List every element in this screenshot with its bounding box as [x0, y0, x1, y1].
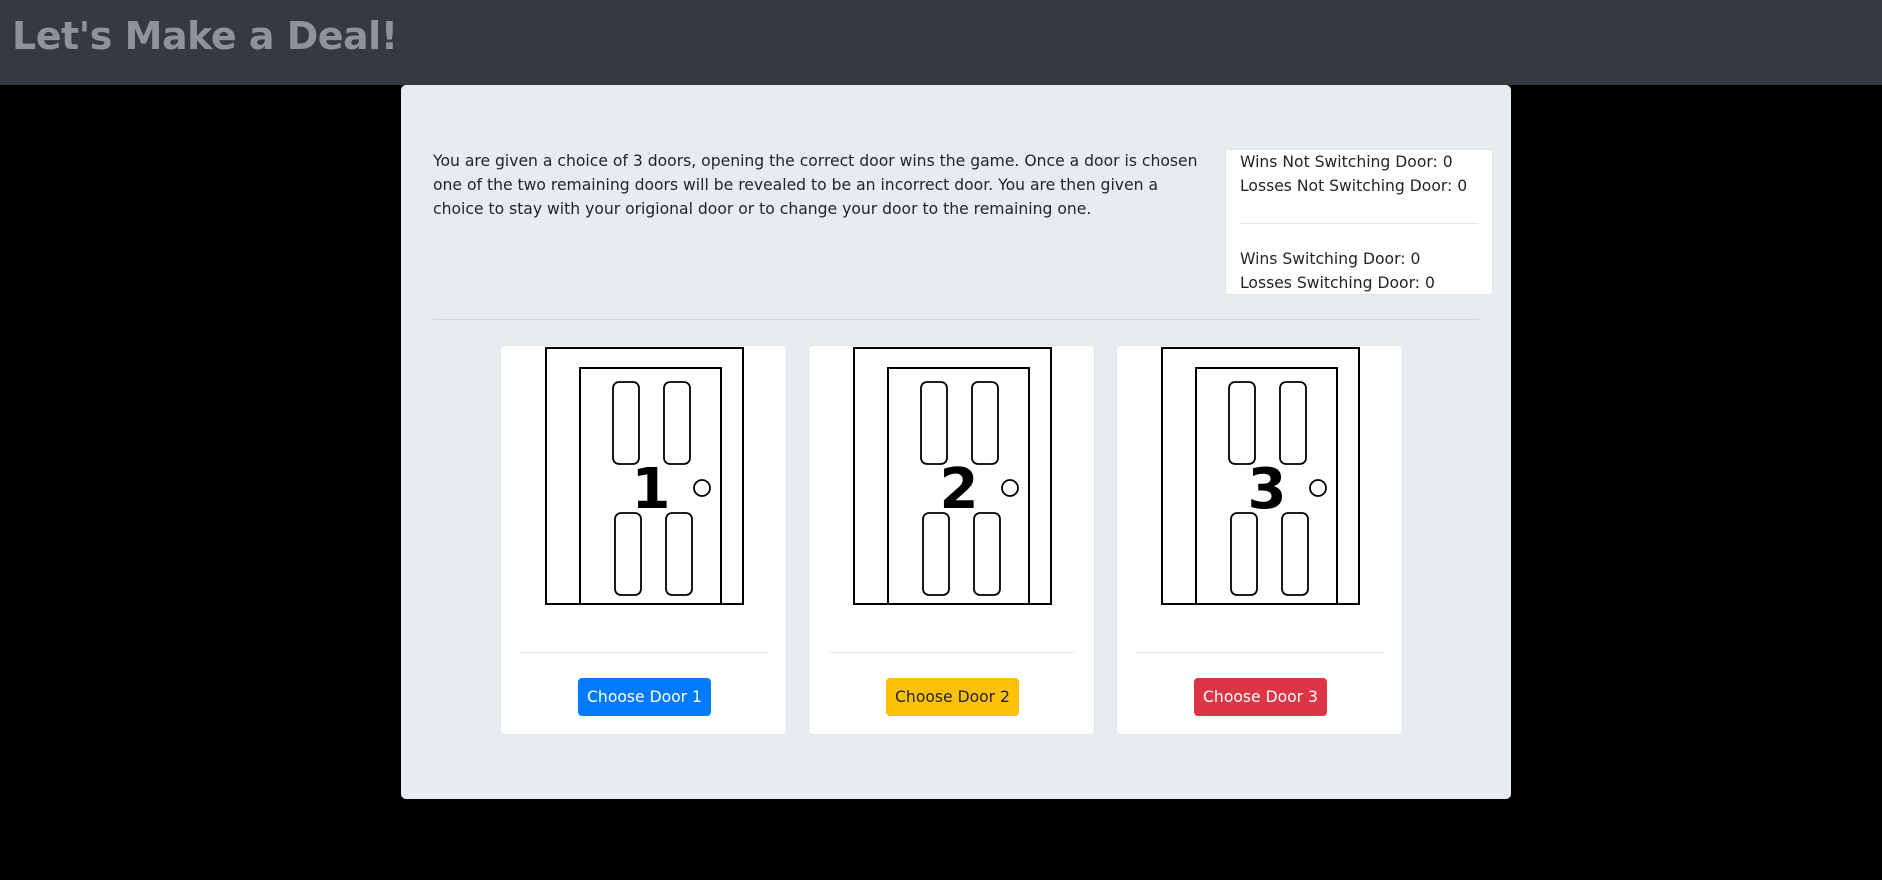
- door-card-2: 2 Choose Door 2: [808, 345, 1095, 735]
- choose-door-3-button[interactable]: Choose Door 3: [1194, 678, 1327, 716]
- navbar: Let's Make a Deal!: [0, 0, 1882, 85]
- game-panel: You are given a choice of 3 doors, openi…: [401, 85, 1511, 799]
- door-card-1: 1 Choose Door 1: [500, 345, 787, 735]
- door-2-image[interactable]: 2: [853, 346, 1053, 606]
- app-title[interactable]: Let's Make a Deal!: [12, 14, 398, 58]
- stat-label: Wins Switching Door:: [1240, 250, 1406, 268]
- card-divider: [521, 652, 767, 653]
- losses-switching-stat: Losses Switching Door: 0: [1240, 271, 1435, 295]
- stat-label: Losses Not Switching Door:: [1240, 177, 1453, 195]
- stat-value: 0: [1410, 250, 1421, 268]
- door-card-3: 3 Choose Door 3: [1116, 345, 1403, 735]
- door-number: 2: [940, 457, 979, 522]
- choose-door-2-button[interactable]: Choose Door 2: [886, 678, 1019, 716]
- card-divider: [1137, 652, 1383, 653]
- stat-value: 0: [1442, 153, 1453, 171]
- door-3-image[interactable]: 3: [1161, 346, 1361, 606]
- card-divider: [829, 652, 1075, 653]
- stats-divider: [1240, 223, 1478, 224]
- wins-not-switching-stat: Wins Not Switching Door: 0: [1240, 150, 1453, 174]
- stat-value: 0: [1457, 177, 1468, 195]
- stat-label: Wins Not Switching Door:: [1240, 153, 1438, 171]
- game-instructions: You are given a choice of 3 doors, openi…: [433, 152, 1198, 218]
- stats-box: Wins Not Switching Door: 0 Losses Not Swi…: [1225, 149, 1493, 295]
- section-divider: [433, 319, 1479, 320]
- choose-door-1-button[interactable]: Choose Door 1: [578, 678, 711, 716]
- door-1-image[interactable]: 1: [545, 346, 745, 606]
- door-number: 3: [1248, 457, 1287, 522]
- stat-value: 0: [1424, 274, 1435, 292]
- stat-label: Losses Switching Door:: [1240, 274, 1420, 292]
- door-number: 1: [632, 457, 671, 522]
- wins-switching-stat: Wins Switching Door: 0: [1240, 247, 1420, 271]
- losses-not-switching-stat: Losses Not Switching Door: 0: [1240, 174, 1467, 198]
